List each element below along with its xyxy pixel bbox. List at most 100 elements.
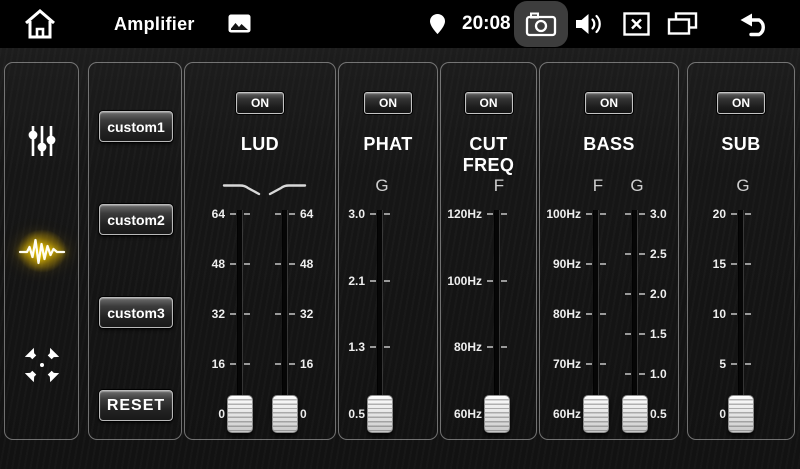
tick-dash [639,253,645,255]
lud-scale-label: 0 [173,407,225,421]
speaker-balance-icon [23,346,61,384]
phat-on-button[interactable]: ON [364,92,412,114]
cut-freq-scale-label: 80Hz [430,340,482,354]
bass-title: BASS [540,134,678,155]
preset-custom2-button[interactable]: custom2 [99,204,173,235]
sidebar-item-sound-effects[interactable] [5,229,78,273]
tick-dash [639,333,645,335]
wallpaper-button[interactable] [228,14,251,33]
bass-scale-label: 60Hz [529,407,581,421]
recent-apps-button[interactable] [667,12,698,36]
preset-custom3-button[interactable]: custom3 [99,297,173,328]
tick-dash [289,263,295,265]
tick-dash [501,280,507,282]
cut-freq-scale-label: 60Hz [430,407,482,421]
tick-dash [384,280,390,282]
tick-dash [625,293,631,295]
cut-freq-slider-track[interactable] [495,210,499,418]
channel-bass: ONBASSF100Hz90Hz80Hz70Hz60HzG3.02.52.01.… [539,62,679,440]
gps-button[interactable] [429,13,446,35]
phat-slider-track[interactable] [378,210,382,418]
tick-dash [586,363,592,365]
tick-dash [230,363,236,365]
tick-dash [501,213,507,215]
preset-custom1-button[interactable]: custom1 [99,111,173,142]
bass-slider-track[interactable] [633,210,637,418]
tick-dash [745,363,751,365]
phat-slider-g-label: G [375,176,388,196]
volume-icon [574,11,604,37]
bass-slider-track[interactable] [594,210,598,418]
lud-title: LUD [185,134,335,155]
back-button[interactable] [736,11,772,37]
location-pin-icon [429,13,446,35]
waveform-icon [18,232,66,270]
bass-on-button[interactable]: ON [585,92,633,114]
phat-title: PHAT [339,134,437,155]
tick-dash [745,263,751,265]
reset-button[interactable]: RESET [99,390,173,421]
tick-dash [289,313,295,315]
tick-dash [600,263,606,265]
sidebar-item-equalizer[interactable] [5,121,78,161]
tick-dash [275,363,281,365]
tick-dash [244,363,250,365]
sub-scale-label: 5 [674,357,726,371]
phat-slider-knob[interactable] [367,395,393,433]
tick-dash [625,253,631,255]
bass-slider-knob[interactable] [622,395,648,433]
lud-on-button[interactable]: ON [236,92,284,114]
bass-scale-label: 90Hz [529,257,581,271]
tick-dash [586,213,592,215]
bass-slider-f-label: F [593,176,603,196]
cut-freq-slider-f-label: F [494,176,504,196]
close-app-button[interactable] [623,12,650,36]
phat-scale-label: 2.1 [313,274,365,288]
lud-scale-label: 48 [173,257,225,271]
sub-on-button[interactable]: ON [717,92,765,114]
tick-dash [244,263,250,265]
lud-slider-track[interactable] [238,210,242,418]
sub-scale-label: 0 [674,407,726,421]
sub-scale-label: 15 [674,257,726,271]
lud-slider-knob[interactable] [227,395,253,433]
tick-dash [230,213,236,215]
tick-dash [487,346,493,348]
treble-curve-up-icon [265,181,309,202]
status-bar: Amplifier 20:08 [0,0,800,48]
cut-freq-title: CUT FREQ [441,134,536,176]
cut-freq-scale-label: 100Hz [430,274,482,288]
bass-slider-g-label: G [630,176,643,196]
page-title: Amplifier [114,0,195,48]
bass-slider-knob[interactable] [583,395,609,433]
camera-button[interactable] [514,1,568,47]
sub-slider-knob[interactable] [728,395,754,433]
tick-dash [600,313,606,315]
amplifier-content: custom1 custom2 custom3 RESET ONLUD64483… [0,48,800,469]
phat-scale-label: 3.0 [313,207,365,221]
clock[interactable]: 20:08 [462,0,511,48]
sub-scale-label: 20 [674,207,726,221]
home-button[interactable] [22,8,58,40]
volume-button[interactable] [574,11,604,37]
tick-dash [501,346,507,348]
tick-dash [289,363,295,365]
tick-dash [384,213,390,215]
tick-dash [244,213,250,215]
cut-freq-scale-label: 120Hz [430,207,482,221]
sub-slider-track[interactable] [739,210,743,418]
lud-scale-label: 16 [173,357,225,371]
lud-slider-track[interactable] [283,210,287,418]
channel-sub: ONSUBG20151050 [687,62,795,440]
lud-slider-knob[interactable] [272,395,298,433]
sidebar-item-speaker-balance[interactable] [5,345,78,385]
tick-dash [586,313,592,315]
tick-dash [625,373,631,375]
image-icon [228,14,251,33]
sub-title: SUB [688,134,794,155]
tick-dash [625,333,631,335]
bass-scale-label: 70Hz [529,357,581,371]
tick-dash [487,213,493,215]
cut-freq-on-button[interactable]: ON [465,92,513,114]
cut-freq-slider-knob[interactable] [484,395,510,433]
